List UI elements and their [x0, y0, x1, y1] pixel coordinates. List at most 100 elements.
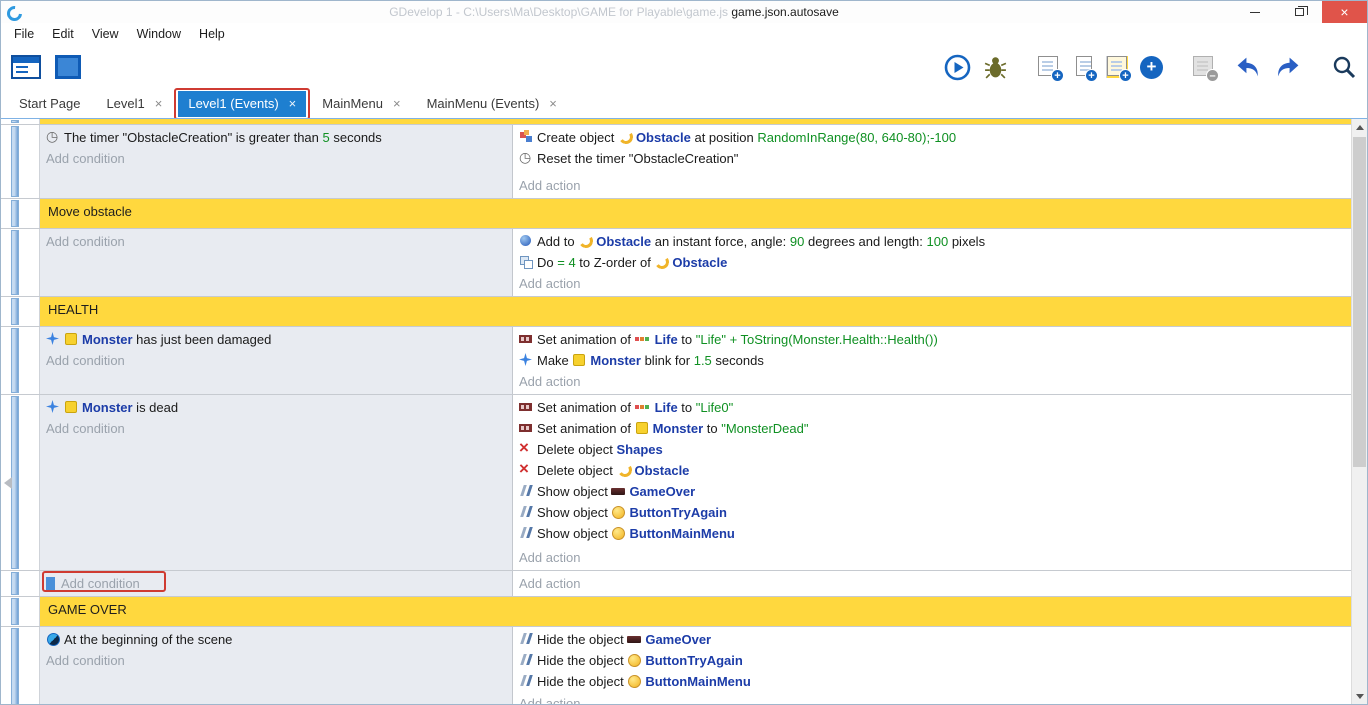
event-row[interactable]: The timer "ObstacleCreation" is greater … [1, 125, 1351, 199]
tab-close-icon[interactable]: × [289, 96, 297, 111]
comment-text[interactable]: GAME OVER [39, 597, 1351, 626]
event-row-empty[interactable]: Add condition Add action [1, 571, 1351, 597]
text-segment: 1.5 [694, 353, 712, 368]
add-action-button[interactable]: Add action [519, 371, 1345, 392]
tab-mainmenu[interactable]: MainMenu× [312, 91, 410, 117]
tab-level1-events[interactable]: Level1 (Events)× [178, 91, 306, 117]
project-manager-button[interactable] [9, 53, 43, 81]
add-condition-button[interactable]: Add condition [46, 350, 506, 371]
add-other-event-button[interactable]: + [1138, 54, 1165, 81]
menu-view[interactable]: View [83, 23, 128, 45]
action-line[interactable]: Show object ButtonTryAgain [519, 502, 1345, 523]
action-line[interactable]: Set animation of Monster to "MonsterDead… [519, 418, 1345, 439]
event-row[interactable]: Monster has just been damaged Add condit… [1, 327, 1351, 395]
comment-row[interactable]: HEALTH [1, 297, 1351, 327]
action-line[interactable]: Make Monster blink for 1.5 seconds [519, 350, 1345, 371]
event-row[interactable]: Add condition Add to Obstacle an instant… [1, 229, 1351, 297]
event-drag-handle[interactable] [1, 229, 39, 296]
add-condition-button[interactable]: Add condition [46, 231, 506, 252]
add-action-button[interactable]: Add action [519, 547, 1345, 568]
menu-file[interactable]: File [5, 23, 43, 45]
vertical-scrollbar[interactable] [1351, 119, 1367, 704]
add-action-button[interactable]: Add action [519, 693, 1345, 704]
action-line[interactable]: Set animation of Life to "Life0" [519, 397, 1345, 418]
add-comment-button[interactable]: + [1104, 54, 1130, 80]
search-button[interactable] [1329, 52, 1359, 82]
action-line[interactable]: Hide the object ButtonMainMenu [519, 671, 1345, 692]
comment-text[interactable]: Move obstacle [39, 199, 1351, 228]
minimize-button[interactable] [1232, 1, 1277, 23]
event-row[interactable]: At the beginning of the scene Add condit… [1, 627, 1351, 704]
event-drag-handle[interactable] [1, 199, 39, 228]
close-button[interactable]: × [1322, 1, 1367, 23]
action-line[interactable]: Hide the object ButtonTryAgain [519, 650, 1345, 671]
scroll-down-button[interactable] [1352, 688, 1367, 704]
event-drag-handle[interactable] [1, 327, 39, 394]
action-line[interactable]: Delete object Shapes [519, 439, 1345, 460]
undo-button[interactable] [1233, 54, 1264, 81]
tab-mainmenu-events[interactable]: MainMenu (Events)× [417, 91, 567, 117]
text-segment: ButtonMainMenu [645, 674, 750, 689]
scroll-up-button[interactable] [1352, 119, 1367, 135]
add-condition-button[interactable]: Add condition [46, 650, 506, 671]
add-action-button[interactable]: Add action [519, 175, 1345, 196]
add-condition-button[interactable]: Add condition [46, 573, 506, 594]
add-action-button[interactable]: Add action [519, 273, 1345, 294]
event-drag-handle[interactable] [1, 297, 39, 326]
search-icon [1331, 54, 1357, 80]
add-event-button[interactable]: + [1036, 54, 1062, 80]
action-line[interactable]: Hide the object GameOver [519, 629, 1345, 650]
plus-circle-icon: + [1140, 56, 1163, 79]
event-drag-handle[interactable] [1, 571, 39, 596]
condition-line[interactable]: Monster is dead [46, 397, 506, 418]
add-condition-button[interactable]: Add condition [46, 148, 506, 169]
start-page-button[interactable] [53, 53, 83, 81]
visibility-icon [519, 526, 534, 540]
event-row[interactable]: Monster is dead Add condition Set animat… [1, 395, 1351, 571]
comment-row[interactable]: GAME OVER [1, 597, 1351, 627]
title-bar[interactable]: GDevelop 1 - C:\Users\Ma\Desktop\GAME fo… [1, 1, 1367, 23]
scene-begin-icon [46, 632, 61, 646]
menu-bar: File Edit View Window Help [1, 23, 1367, 45]
text-segment: Life [655, 332, 678, 347]
comment-text[interactable]: HEALTH [39, 297, 1351, 326]
condition-line[interactable]: Monster has just been damaged [46, 329, 506, 350]
delete-event-button[interactable]: – [1191, 54, 1217, 80]
text-segment: = 4 [557, 255, 575, 270]
add-action-button[interactable]: Add action [519, 573, 1345, 594]
event-drag-handle[interactable] [1, 627, 39, 704]
events-sheet[interactable]: The timer "ObstacleCreation" is greater … [1, 118, 1367, 704]
action-line[interactable]: Add to Obstacle an instant force, angle:… [519, 231, 1345, 252]
action-line[interactable]: Delete object Obstacle [519, 460, 1345, 481]
event-drag-handle[interactable] [1, 597, 39, 626]
tab-level1[interactable]: Level1× [96, 91, 172, 117]
action-line[interactable]: Reset the timer "ObstacleCreation" [519, 148, 1345, 169]
tab-close-icon[interactable]: × [549, 96, 557, 111]
menu-help[interactable]: Help [190, 23, 234, 45]
redo-button[interactable] [1272, 54, 1303, 81]
restore-button[interactable] [1277, 1, 1322, 23]
scrollbar-thumb[interactable] [1353, 137, 1366, 467]
add-subevent-button[interactable]: + [1070, 54, 1096, 80]
debugger-button[interactable] [981, 53, 1010, 82]
action-line[interactable]: Create object Obstacle at position Rando… [519, 127, 1345, 148]
tab-close-icon[interactable]: × [393, 96, 401, 111]
action-line[interactable]: Do = 4 to Z-order of Obstacle [519, 252, 1345, 273]
add-condition-button[interactable]: Add condition [46, 418, 506, 439]
menu-edit[interactable]: Edit [43, 23, 83, 45]
button-icon [611, 505, 626, 519]
condition-line[interactable]: The timer "ObstacleCreation" is greater … [46, 127, 506, 148]
action-line[interactable]: Set animation of Life to "Life" + ToStri… [519, 329, 1345, 350]
action-line[interactable]: Show object GameOver [519, 481, 1345, 502]
comment-row[interactable]: Move obstacle [1, 199, 1351, 229]
visibility-icon [519, 653, 534, 667]
menu-window[interactable]: Window [128, 23, 190, 45]
action-line[interactable]: Show object ButtonMainMenu [519, 523, 1345, 544]
condition-line[interactable]: At the beginning of the scene [46, 629, 506, 650]
tab-close-icon[interactable]: × [155, 96, 163, 111]
event-drag-handle[interactable] [1, 125, 39, 198]
event-fold-arrow-icon[interactable] [4, 477, 12, 489]
tab-start-page[interactable]: Start Page [9, 91, 90, 117]
preview-button[interactable] [942, 52, 973, 83]
text-segment: ButtonTryAgain [645, 653, 743, 668]
